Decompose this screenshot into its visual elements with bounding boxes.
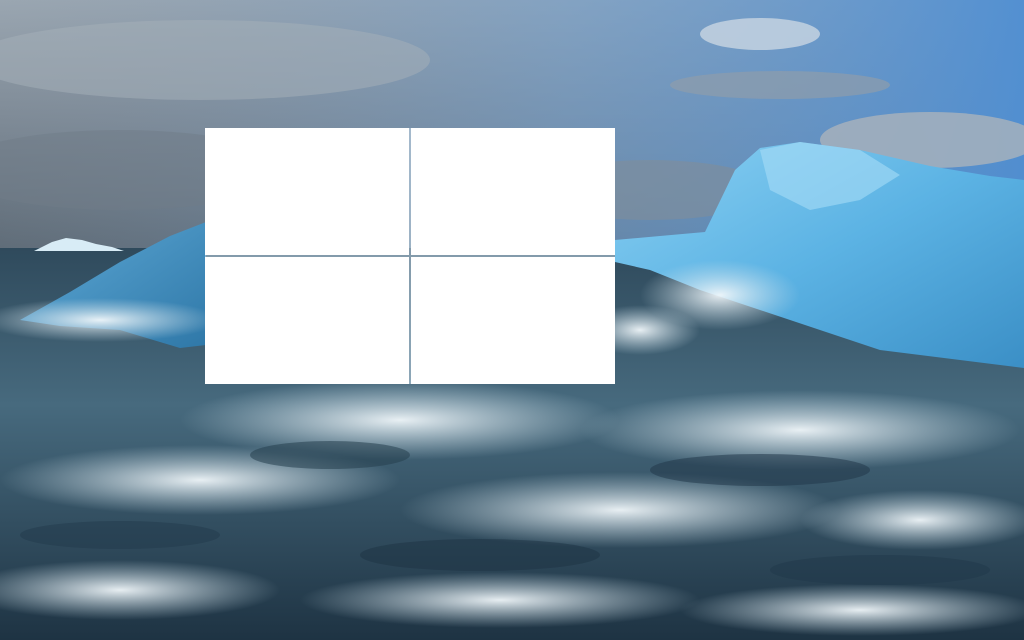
- windows-logo-icon: [205, 128, 615, 384]
- logo-pane-bottom-left: [205, 257, 409, 384]
- desktop: [0, 0, 1024, 640]
- logo-pane-bottom-right: [411, 257, 615, 384]
- logo-pane-top-left: [205, 128, 409, 255]
- logo-pane-top-right: [411, 128, 615, 255]
